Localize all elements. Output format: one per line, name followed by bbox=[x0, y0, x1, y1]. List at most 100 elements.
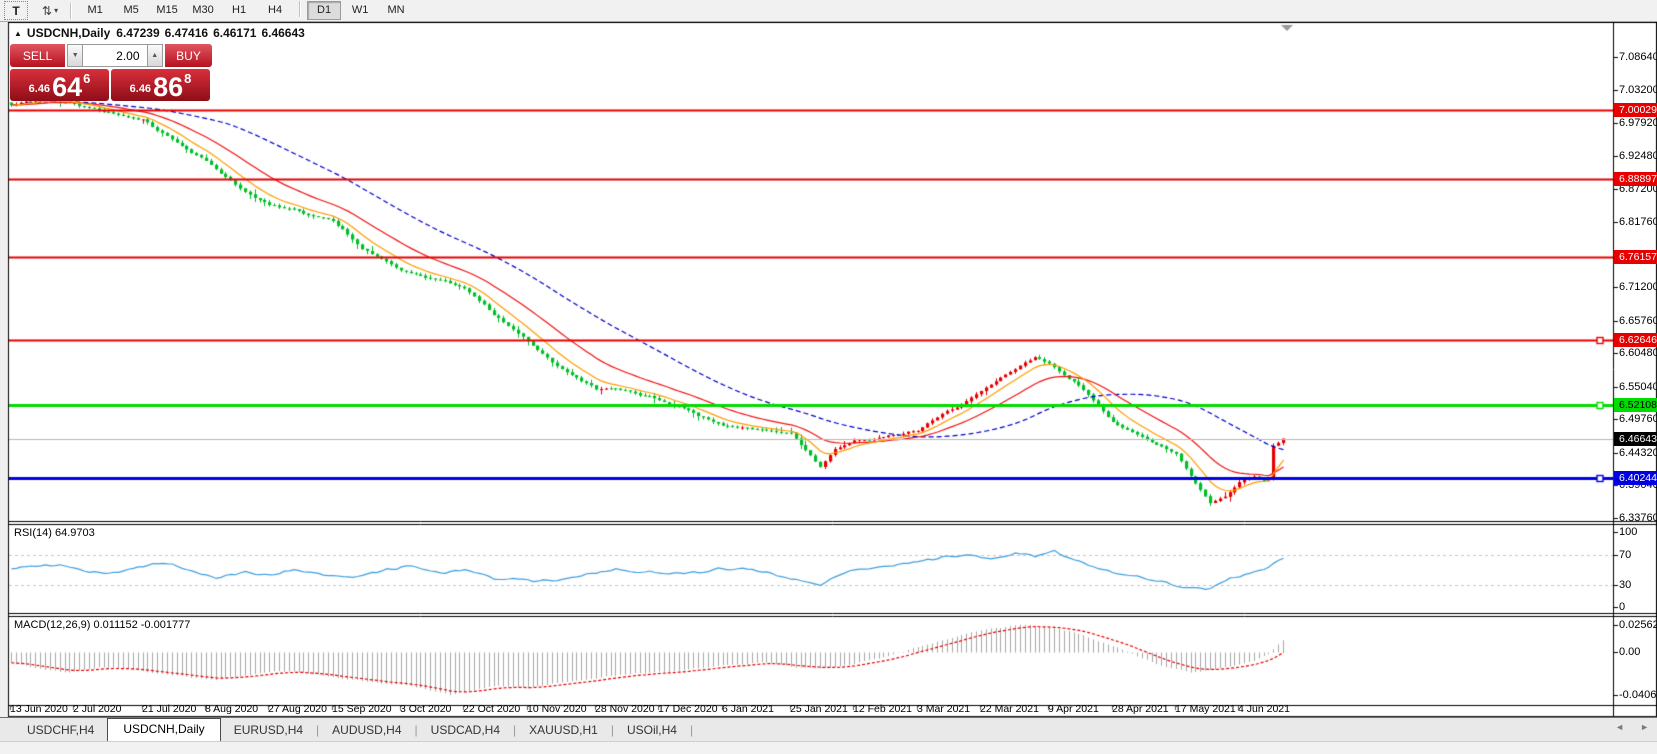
date-axis-label: 13 Jun 2020 bbox=[10, 703, 68, 715]
hline-price-tag[interactable]: 6.52108 bbox=[1614, 398, 1657, 412]
price-axis-tick: 6.71200 bbox=[1619, 281, 1657, 293]
price-axis-tick: 6.81760 bbox=[1619, 216, 1657, 228]
date-axis-label: 6 Jan 2021 bbox=[722, 703, 774, 715]
price-axis-tick: 6.33760 bbox=[1619, 512, 1657, 524]
price-axis-tick: 6.49760 bbox=[1619, 413, 1657, 425]
timeframe-button-h4[interactable]: H4 bbox=[258, 1, 292, 20]
chart-tools-button[interactable]: ⇅ ▾ bbox=[37, 1, 63, 20]
date-axis-label: 9 Apr 2021 bbox=[1048, 703, 1099, 715]
date-axis-label: 17 Dec 2020 bbox=[658, 703, 718, 715]
toolbar-separator bbox=[299, 1, 300, 17]
timeframe-button-m15[interactable]: M15 bbox=[150, 1, 184, 20]
timeframe-button-mn[interactable]: MN bbox=[379, 1, 413, 20]
chart-title: ▲ USDCNH,Daily 6.47239 6.47416 6.46171 6… bbox=[14, 26, 305, 40]
buy-price-display[interactable]: 6.46 86 8 bbox=[111, 69, 210, 101]
timeframe-button-h1[interactable]: H1 bbox=[222, 1, 256, 20]
price-axis-tick: 6.97920 bbox=[1619, 117, 1657, 129]
chart-tab-usoil[interactable]: USOil,H4 bbox=[614, 720, 690, 741]
date-axis-label: 28 Apr 2021 bbox=[1112, 703, 1169, 715]
date-axis-label: 4 Jun 2021 bbox=[1238, 703, 1290, 715]
macd-indicator-label: MACD(12,26,9) 0.011152 -0.001777 bbox=[14, 619, 190, 631]
chart-canvas[interactable] bbox=[0, 0, 1657, 753]
date-axis-label: 25 Jan 2021 bbox=[790, 703, 848, 715]
date-axis-label: 3 Oct 2020 bbox=[400, 703, 451, 715]
sort-arrows-icon: ⇅ bbox=[42, 4, 52, 18]
tab-separator: | bbox=[690, 720, 693, 741]
rsi-axis-tick: 0 bbox=[1619, 601, 1625, 613]
date-axis-label: 15 Sep 2020 bbox=[332, 703, 392, 715]
date-axis-label: 28 Nov 2020 bbox=[595, 703, 655, 715]
chart-tab-usdcnh[interactable]: USDCNH,Daily bbox=[107, 718, 220, 741]
date-axis-label: 22 Oct 2020 bbox=[463, 703, 520, 715]
rsi-axis-tick: 100 bbox=[1619, 526, 1637, 538]
top-toolbar: T ⇅ ▾ M1M5M15M30H1H4 D1W1MN bbox=[0, 0, 1657, 22]
timeframe-button-w1[interactable]: W1 bbox=[343, 1, 377, 20]
buy-price-big: 86 bbox=[153, 75, 183, 99]
timeframe-button-d1[interactable]: D1 bbox=[307, 1, 341, 20]
sell-button[interactable]: SELL bbox=[10, 44, 65, 67]
timeframe-button-m30[interactable]: M30 bbox=[186, 1, 220, 20]
rsi-axis-tick: 70 bbox=[1619, 549, 1631, 561]
toolbar-separator bbox=[70, 3, 71, 19]
hline-price-tag[interactable]: 6.62646 bbox=[1614, 333, 1657, 347]
ohlc-high: 6.47416 bbox=[165, 26, 208, 40]
price-axis-tick: 6.60480 bbox=[1619, 347, 1657, 359]
date-axis-label: 17 May 2021 bbox=[1175, 703, 1236, 715]
price-axis-tick: 6.44320 bbox=[1619, 447, 1657, 459]
rsi-indicator-label: RSI(14) 64.9703 bbox=[14, 527, 95, 539]
timeframe-group: M1M5M15M30H1H4 D1W1MN bbox=[77, 1, 414, 20]
price-axis-tick: 6.92480 bbox=[1619, 150, 1657, 162]
date-axis-label: 27 Aug 2020 bbox=[268, 703, 327, 715]
buy-price-prefix: 6.46 bbox=[130, 83, 151, 95]
status-bar bbox=[0, 741, 1657, 754]
current-price-tag: 6.46643 bbox=[1614, 432, 1657, 446]
tab-scroll-right-icon[interactable]: ► bbox=[1640, 722, 1649, 732]
tab-scroll-left-icon[interactable]: ◄ bbox=[1615, 722, 1624, 732]
macd-axis-tick: -0.040687 bbox=[1619, 689, 1657, 701]
chevron-down-icon: ▾ bbox=[54, 6, 58, 15]
up-triangle-icon: ▲ bbox=[14, 29, 22, 38]
chart-tab-usdcad[interactable]: USDCAD,H4 bbox=[418, 720, 513, 741]
volume-input[interactable]: 2.00 bbox=[83, 44, 146, 67]
buy-price-sup: 8 bbox=[184, 71, 191, 86]
ohlc-low: 6.46171 bbox=[213, 26, 256, 40]
sell-price-big: 64 bbox=[52, 75, 82, 99]
one-click-trading-panel: SELL ▼ 2.00 ▲ BUY 6.46 64 6 6.46 86 8 bbox=[10, 44, 212, 101]
volume-decrease-button[interactable]: ▼ bbox=[67, 44, 83, 67]
volume-increase-button[interactable]: ▲ bbox=[147, 44, 163, 67]
date-axis-label: 10 Nov 2020 bbox=[527, 703, 587, 715]
chart-tab-audusd[interactable]: AUDUSD,H4 bbox=[319, 720, 414, 741]
price-axis-tick: 7.03200 bbox=[1619, 84, 1657, 96]
text-tool-button[interactable]: T bbox=[4, 1, 28, 20]
date-axis-label: 8 Aug 2020 bbox=[205, 703, 258, 715]
chart-tab-xauusd[interactable]: XAUUSD,H1 bbox=[516, 720, 611, 741]
date-axis-label: 21 Jul 2020 bbox=[142, 703, 196, 715]
macd-axis-tick: 0.00 bbox=[1619, 646, 1640, 658]
ohlc-open: 6.47239 bbox=[116, 26, 159, 40]
price-axis-tick: 6.65760 bbox=[1619, 315, 1657, 327]
date-axis-label: 3 Mar 2021 bbox=[917, 703, 970, 715]
date-axis-label: 22 Mar 2021 bbox=[980, 703, 1039, 715]
hline-price-tag[interactable]: 6.76157 bbox=[1614, 250, 1657, 264]
chart-tab-bar: USDCHF,H4USDCNH,DailyEURUSD,H4 | AUDUSD,H4… bbox=[0, 717, 1657, 741]
date-axis-label: 12 Feb 2021 bbox=[853, 703, 912, 715]
chart-symbol-period: USDCNH,Daily bbox=[27, 26, 110, 40]
hline-price-tag[interactable]: 6.88897 bbox=[1614, 172, 1657, 186]
price-axis-tick: 6.55040 bbox=[1619, 381, 1657, 393]
chart-tab-usdchf[interactable]: USDCHF,H4 bbox=[14, 720, 107, 741]
date-axis-label: 2 Jul 2020 bbox=[73, 703, 121, 715]
sell-price-display[interactable]: 6.46 64 6 bbox=[10, 69, 109, 101]
rsi-axis-tick: 30 bbox=[1619, 579, 1631, 591]
ohlc-close: 6.46643 bbox=[261, 26, 304, 40]
buy-button[interactable]: BUY bbox=[165, 44, 212, 67]
hline-price-tag[interactable]: 7.00029 bbox=[1614, 103, 1657, 117]
timeframe-button-m1[interactable]: M1 bbox=[78, 1, 112, 20]
tab-scroll-arrows: ◄ ► bbox=[1615, 722, 1649, 732]
hline-price-tag[interactable]: 6.40244 bbox=[1614, 471, 1657, 485]
timeframe-button-m5[interactable]: M5 bbox=[114, 1, 148, 20]
macd-axis-tick: 0.025623 bbox=[1619, 619, 1657, 631]
sell-price-sup: 6 bbox=[83, 71, 90, 86]
chart-tab-eurusd[interactable]: EURUSD,H4 bbox=[221, 720, 316, 741]
sell-price-prefix: 6.46 bbox=[29, 83, 50, 95]
price-axis-tick: 7.08640 bbox=[1619, 51, 1657, 63]
